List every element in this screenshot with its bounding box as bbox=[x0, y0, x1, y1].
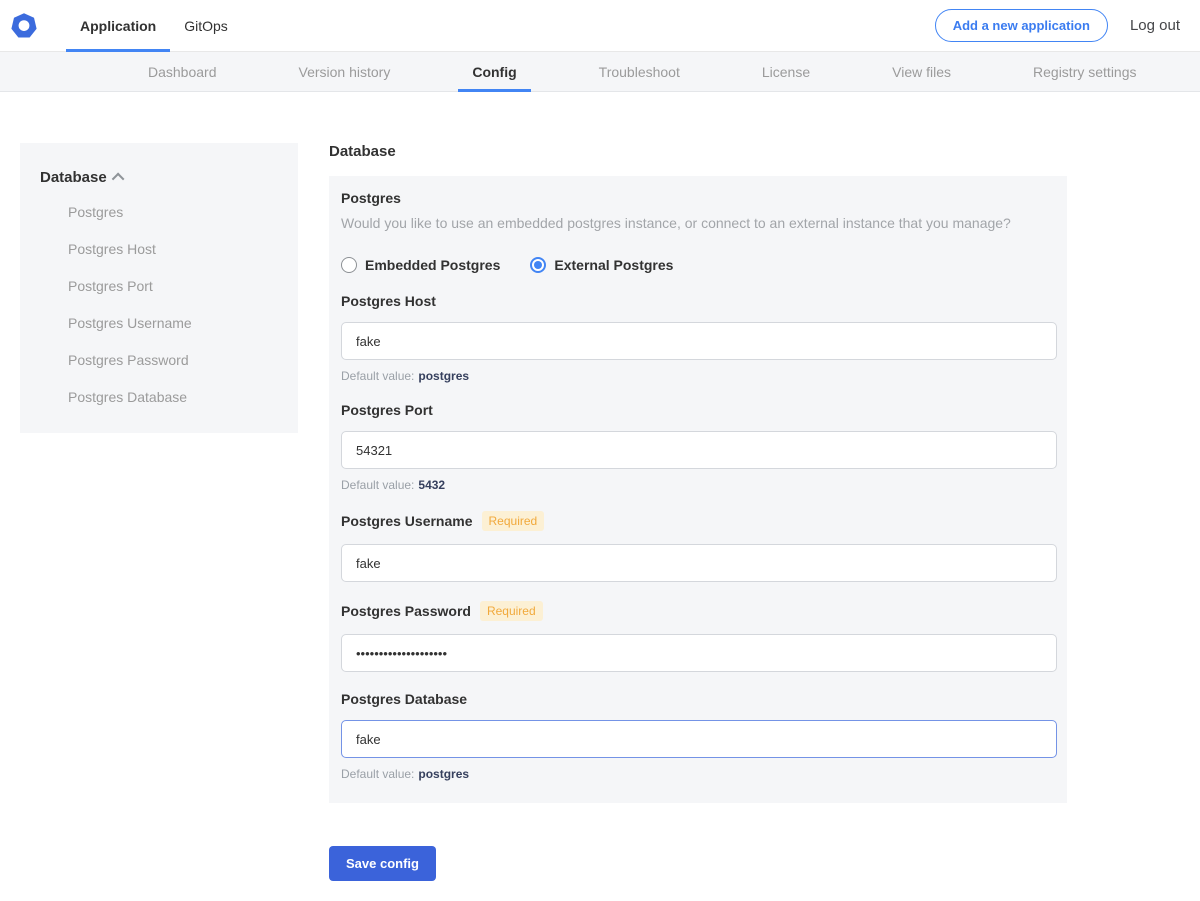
sidebar-item-postgres-database[interactable]: Postgres Database bbox=[68, 389, 278, 405]
field-label: Postgres Database bbox=[341, 691, 467, 707]
default-value: postgres bbox=[418, 767, 469, 781]
postgres-password-input[interactable] bbox=[341, 634, 1057, 672]
add-application-button[interactable]: Add a new application bbox=[935, 9, 1108, 42]
radio-embedded-postgres[interactable]: Embedded Postgres bbox=[341, 257, 500, 273]
field-postgres-password: Postgres Password Required bbox=[341, 601, 1057, 672]
tab-config[interactable]: Config bbox=[452, 52, 536, 91]
sidebar-item-postgres-username[interactable]: Postgres Username bbox=[68, 315, 278, 331]
postgres-mode-radio-group: Embedded Postgres External Postgres bbox=[341, 257, 1057, 273]
postgres-database-input[interactable] bbox=[341, 720, 1057, 758]
field-label: Postgres Username bbox=[341, 513, 473, 529]
sidebar-group-label: Database bbox=[40, 169, 107, 186]
sidebar-item-postgres-host[interactable]: Postgres Host bbox=[68, 241, 278, 257]
tab-label: Registry settings bbox=[1033, 64, 1136, 80]
field-postgres-username: Postgres Username Required bbox=[341, 511, 1057, 582]
sidebar-item-postgres-password[interactable]: Postgres Password bbox=[68, 352, 278, 368]
default-value: 5432 bbox=[418, 478, 445, 492]
default-value-row: Default value: postgres bbox=[341, 767, 1057, 781]
sidebar-item-list: Postgres Postgres Host Postgres Port Pos… bbox=[40, 204, 278, 405]
tab-label: License bbox=[762, 64, 810, 80]
radio-checked-icon[interactable] bbox=[530, 257, 546, 273]
field-postgres-port: Postgres Port Default value: 5432 bbox=[341, 402, 1057, 492]
sidebar-item-postgres-port[interactable]: Postgres Port bbox=[68, 278, 278, 294]
postgres-host-input[interactable] bbox=[341, 322, 1057, 360]
primary-nav: Application GitOps bbox=[66, 0, 242, 51]
nav-item-label: Application bbox=[80, 18, 156, 34]
collapse-chevron-icon bbox=[111, 173, 124, 186]
tab-label: Dashboard bbox=[148, 64, 217, 80]
field-postgres-database: Postgres Database Default value: postgres bbox=[341, 691, 1057, 781]
radio-external-postgres[interactable]: External Postgres bbox=[530, 257, 673, 273]
nav-item-gitops[interactable]: GitOps bbox=[170, 0, 242, 51]
config-sidebar: Database Postgres Postgres Host Postgres… bbox=[20, 143, 298, 433]
sidebar-group-database[interactable]: Database bbox=[40, 169, 278, 186]
radio-label: External Postgres bbox=[554, 257, 673, 273]
sidebar-item-postgres[interactable]: Postgres bbox=[68, 204, 278, 220]
field-label: Postgres Password bbox=[341, 603, 471, 619]
database-config-card: Postgres Would you like to use an embedd… bbox=[329, 176, 1067, 803]
top-header: Application GitOps Add a new application… bbox=[0, 0, 1200, 52]
tab-label: Config bbox=[472, 64, 516, 80]
radio-label: Embedded Postgres bbox=[365, 257, 500, 273]
group-title: Postgres bbox=[341, 190, 1057, 206]
tab-label: Version history bbox=[299, 64, 391, 80]
tab-label: View files bbox=[892, 64, 951, 80]
section-title: Database bbox=[329, 143, 1067, 160]
radio-unchecked-icon[interactable] bbox=[341, 257, 357, 273]
field-label: Postgres Host bbox=[341, 293, 436, 309]
nav-item-label: GitOps bbox=[184, 18, 228, 34]
default-value: postgres bbox=[418, 369, 469, 383]
tab-license[interactable]: License bbox=[742, 52, 830, 91]
tab-view-files[interactable]: View files bbox=[872, 52, 971, 91]
required-badge: Required bbox=[480, 601, 543, 621]
tab-label: Troubleshoot bbox=[599, 64, 680, 80]
postgres-username-input[interactable] bbox=[341, 544, 1057, 582]
save-config-button[interactable]: Save config bbox=[329, 846, 436, 881]
default-value-label: Default value: bbox=[341, 369, 414, 383]
default-value-row: Default value: postgres bbox=[341, 369, 1057, 383]
app-tab-bar: Dashboard Version history Config Trouble… bbox=[0, 52, 1200, 92]
default-value-row: Default value: 5432 bbox=[341, 478, 1057, 492]
replicated-logo-icon bbox=[10, 12, 38, 40]
field-label: Postgres Port bbox=[341, 402, 433, 418]
tab-troubleshoot[interactable]: Troubleshoot bbox=[579, 52, 700, 91]
config-page: Database Postgres Postgres Host Postgres… bbox=[0, 143, 1200, 901]
header-actions: Add a new application Log out bbox=[935, 0, 1180, 51]
postgres-port-input[interactable] bbox=[341, 431, 1057, 469]
tab-version-history[interactable]: Version history bbox=[279, 52, 411, 91]
field-postgres-host: Postgres Host Default value: postgres bbox=[341, 293, 1057, 383]
logout-link[interactable]: Log out bbox=[1130, 17, 1180, 34]
default-value-label: Default value: bbox=[341, 478, 414, 492]
nav-item-application[interactable]: Application bbox=[66, 0, 170, 51]
required-badge: Required bbox=[482, 511, 545, 531]
app-logo[interactable] bbox=[10, 0, 38, 51]
group-description: Would you like to use an embedded postgr… bbox=[341, 215, 1057, 231]
tab-dashboard[interactable]: Dashboard bbox=[128, 52, 237, 91]
tab-registry-settings[interactable]: Registry settings bbox=[1013, 52, 1156, 91]
config-main: Database Postgres Would you like to use … bbox=[329, 143, 1067, 901]
default-value-label: Default value: bbox=[341, 767, 414, 781]
